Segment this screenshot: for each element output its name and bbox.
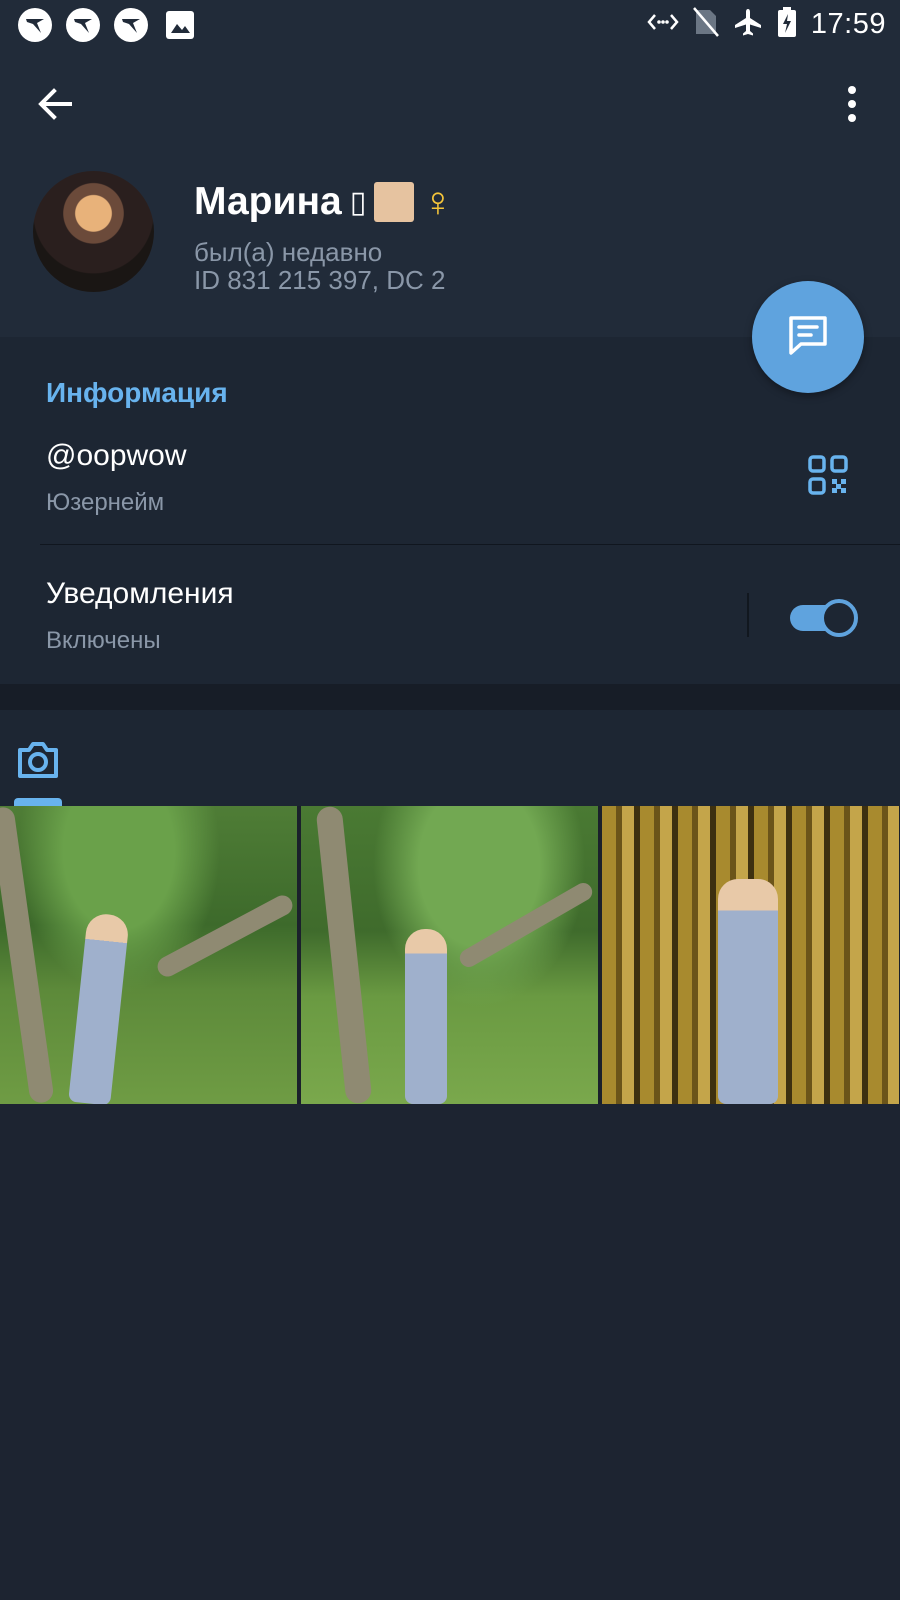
airplane-mode-icon	[733, 7, 763, 42]
app-bird-icon	[114, 8, 148, 42]
more-options-button[interactable]	[842, 82, 862, 126]
photo-detail	[315, 806, 373, 1104]
profile-name-row: Марина ▯ ♀	[194, 180, 454, 224]
media-photo[interactable]	[602, 806, 899, 1104]
photo-detail	[154, 891, 296, 981]
username-value: @oopwow	[46, 439, 187, 472]
skin-tone-emoji	[374, 182, 415, 222]
user-id: ID 831 215 397, DC 2	[194, 265, 446, 295]
more-vertical-icon	[842, 86, 862, 130]
photo-detail	[405, 929, 447, 1104]
camera-icon	[14, 742, 62, 788]
arrow-left-icon	[34, 88, 78, 130]
qr-code-icon	[808, 455, 848, 499]
active-tab-indicator	[14, 798, 62, 806]
notification-icons	[18, 8, 194, 42]
message-icon	[785, 312, 831, 363]
username-label: Юзернейм	[46, 489, 165, 516]
media-tabs	[0, 710, 900, 806]
unknown-glyph: ▯	[349, 185, 367, 219]
qr-code-button[interactable]	[808, 455, 848, 495]
notifications-toggle[interactable]	[790, 595, 858, 637]
toggle-knob	[820, 599, 858, 637]
media-photo[interactable]	[0, 806, 297, 1104]
clock: 17:59	[810, 8, 886, 40]
vertical-separator	[747, 593, 749, 637]
notifications-state: Включены	[46, 627, 161, 654]
info-section-title: Информация	[46, 377, 228, 408]
image-icon	[166, 11, 194, 39]
profile-header: Марина ▯ ♀ был(а) недавно ID 831 215 397…	[0, 50, 900, 337]
section-gap	[0, 684, 900, 710]
media-photo[interactable]	[301, 806, 598, 1104]
battery-charging-icon	[777, 6, 797, 43]
profile-name: Марина	[194, 180, 342, 223]
tab-photos[interactable]	[14, 736, 62, 784]
app-bird-icon	[66, 8, 100, 42]
avatar[interactable]	[33, 171, 154, 292]
app-bird-icon	[18, 8, 52, 42]
photo-detail	[718, 879, 778, 1104]
photo-detail	[456, 879, 596, 971]
no-sim-icon	[692, 7, 719, 42]
female-sign-icon: ♀	[422, 178, 454, 225]
photo-detail	[68, 912, 130, 1104]
info-section: Информация @oopwow Юзернейм Уведомления …	[0, 337, 900, 684]
photo-detail	[0, 806, 55, 1104]
data-saver-icon	[647, 10, 679, 39]
status-bar: 17:59	[0, 0, 900, 50]
divider	[40, 544, 900, 545]
media-grid	[0, 806, 900, 1104]
send-message-button[interactable]	[752, 281, 864, 393]
back-button[interactable]	[34, 82, 78, 126]
system-icons: 17:59	[647, 6, 886, 43]
last-seen-status: был(а) недавно	[194, 237, 383, 267]
notifications-title: Уведомления	[46, 577, 234, 610]
